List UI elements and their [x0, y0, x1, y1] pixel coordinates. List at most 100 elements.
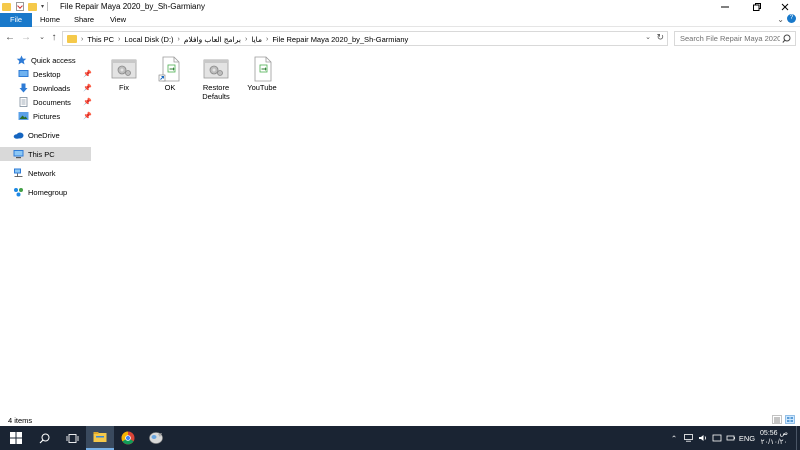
customize-dropdown-icon[interactable]: ▾ [41, 3, 44, 10]
sidebar-item-label: Pictures [33, 111, 61, 121]
sidebar-item-desktop[interactable]: Desktop 📌 [0, 67, 92, 81]
back-arrow-icon[interactable]: ← [4, 31, 16, 45]
clock-time: 05:56 ص [760, 430, 788, 437]
file-name: Fix [119, 83, 129, 92]
registry-file-icon [203, 56, 229, 82]
computer-icon [13, 149, 24, 159]
file-item-youtube[interactable]: YouTube [238, 52, 286, 110]
tab-home[interactable]: Home [36, 13, 64, 27]
file-list: Fix OK Restore Defaults YouTube [100, 52, 790, 412]
clock-date: ٢٠/١٠/٢٠ [760, 439, 788, 446]
show-hidden-icons-icon[interactable]: ⌃ [668, 426, 680, 450]
properties-icon[interactable] [16, 2, 24, 11]
navigation-pane: Quick access Desktop 📌 Downloads 📌 Docum… [0, 50, 92, 412]
desktop-icon [18, 69, 29, 79]
sidebar-item-label: Quick access [31, 55, 76, 65]
refresh-icon[interactable]: ↻ [656, 32, 664, 43]
chevron-right-icon: › [118, 35, 121, 43]
breadcrumb-programs-folder[interactable]: برامج العاب وافلام [184, 35, 241, 44]
show-desktop-button[interactable] [796, 426, 800, 450]
notification-icon[interactable] [711, 426, 723, 450]
sidebar-item-label: Documents [33, 97, 71, 107]
tab-file[interactable]: File [0, 13, 32, 27]
language-indicator[interactable]: ENG [738, 426, 756, 450]
ribbon-tabs: File Home Share View ⌄ ? [0, 13, 800, 27]
file-explorer-window: ▾ File Repair Maya 2020_by_Sh-Garmiany F… [0, 0, 800, 426]
breadcrumb-current-folder[interactable]: File Repair Maya 2020_by_Sh-Garmiany [272, 35, 408, 44]
title-bar: ▾ File Repair Maya 2020_by_Sh-Garmiany [0, 0, 800, 13]
file-name: YouTube [247, 83, 277, 92]
folder-icon [67, 35, 77, 43]
sidebar-item-network[interactable]: Network [0, 166, 91, 180]
volume-icon[interactable] [697, 426, 709, 450]
pin-icon[interactable]: 📌 [83, 98, 92, 106]
app-icon[interactable] [142, 426, 170, 450]
sidebar-item-label: Homegroup [28, 187, 68, 197]
status-bar: 4 items [0, 413, 800, 426]
window-title: File Repair Maya 2020_by_Sh-Garmiany [60, 2, 205, 11]
task-view-icon[interactable] [58, 426, 86, 450]
pictures-icon [18, 111, 29, 121]
expand-ribbon-icon[interactable]: ⌄ [777, 15, 784, 24]
search-icon[interactable] [30, 426, 58, 450]
sidebar-item-documents[interactable]: Documents 📌 [0, 95, 92, 109]
quick-access-toolbar: ▾ [2, 1, 49, 12]
new-folder-icon[interactable] [28, 2, 37, 11]
search-box[interactable]: Search File Repair Maya 2020_... [674, 31, 796, 46]
close-icon[interactable] [770, 0, 800, 13]
file-explorer-icon[interactable] [86, 426, 114, 450]
chevron-right-icon: › [244, 35, 248, 43]
navigation-row: ← → ⌄ ↑ › This PC › Local Disk (D:) › بر… [0, 29, 800, 47]
minimize-icon[interactable] [710, 0, 740, 13]
sidebar-item-label: OneDrive [28, 130, 60, 140]
sidebar-item-onedrive[interactable]: OneDrive [0, 128, 91, 142]
pin-icon[interactable]: 📌 [83, 84, 92, 92]
help-icon[interactable]: ? [787, 14, 796, 23]
cloud-icon [13, 130, 24, 140]
sidebar-item-pictures[interactable]: Pictures 📌 [0, 109, 92, 123]
star-icon [16, 55, 27, 65]
tab-share[interactable]: Share [70, 13, 98, 27]
power-icon[interactable] [725, 426, 737, 450]
folder-icon[interactable] [2, 2, 11, 11]
tab-view[interactable]: View [104, 13, 132, 27]
sidebar-item-quick-access[interactable]: Quick access [0, 53, 91, 67]
breadcrumb-local-disk[interactable]: Local Disk (D:) [124, 35, 173, 44]
file-item-restore-defaults[interactable]: Restore Defaults [192, 52, 240, 110]
pin-icon[interactable]: 📌 [83, 70, 92, 78]
details-view-icon[interactable] [772, 415, 782, 424]
search-input[interactable]: Search File Repair Maya 2020_... [680, 34, 780, 43]
taskbar: ⌃ ENG 05:56 ص ٢٠/١٠/٢٠ [0, 426, 800, 450]
sidebar-item-homegroup[interactable]: Homegroup [0, 185, 91, 199]
chevron-right-icon: › [81, 35, 84, 43]
file-item-fix[interactable]: Fix [100, 52, 148, 110]
maximize-icon[interactable] [742, 0, 772, 13]
file-name: Restore Defaults [202, 83, 230, 101]
sidebar-item-label: This PC [28, 149, 55, 159]
clock[interactable]: 05:56 ص ٢٠/١٠/٢٠ [756, 429, 792, 447]
up-arrow-icon[interactable]: ↑ [48, 31, 60, 45]
network-icon [13, 168, 24, 178]
pin-icon[interactable]: 📌 [83, 112, 92, 120]
address-dropdown-icon[interactable]: ⌄ [645, 33, 651, 41]
chrome-icon[interactable] [114, 426, 142, 450]
file-item-ok[interactable]: OK [146, 52, 194, 110]
shortcut-file-icon [157, 56, 183, 82]
recent-locations-icon[interactable]: ⌄ [36, 31, 48, 45]
sidebar-item-label: Downloads [33, 83, 71, 93]
registry-file-icon [111, 56, 137, 82]
breadcrumb-this-pc[interactable]: This PC [87, 35, 114, 44]
network-status-icon[interactable] [683, 426, 695, 450]
sidebar-item-downloads[interactable]: Downloads 📌 [0, 81, 92, 95]
breadcrumb-maya-folder[interactable]: مايا [251, 35, 262, 44]
item-count: 4 items [8, 416, 33, 425]
download-icon [18, 83, 29, 93]
windows-start-icon[interactable] [2, 426, 30, 450]
documents-icon [18, 97, 29, 107]
search-icon [782, 34, 791, 44]
sidebar-item-label: Desktop [33, 69, 61, 79]
address-bar[interactable]: › This PC › Local Disk (D:) › برامج العا… [62, 31, 668, 46]
sidebar-item-this-pc[interactable]: This PC [0, 147, 91, 161]
forward-arrow-icon[interactable]: → [20, 31, 32, 45]
large-icons-view-icon[interactable] [785, 415, 795, 424]
